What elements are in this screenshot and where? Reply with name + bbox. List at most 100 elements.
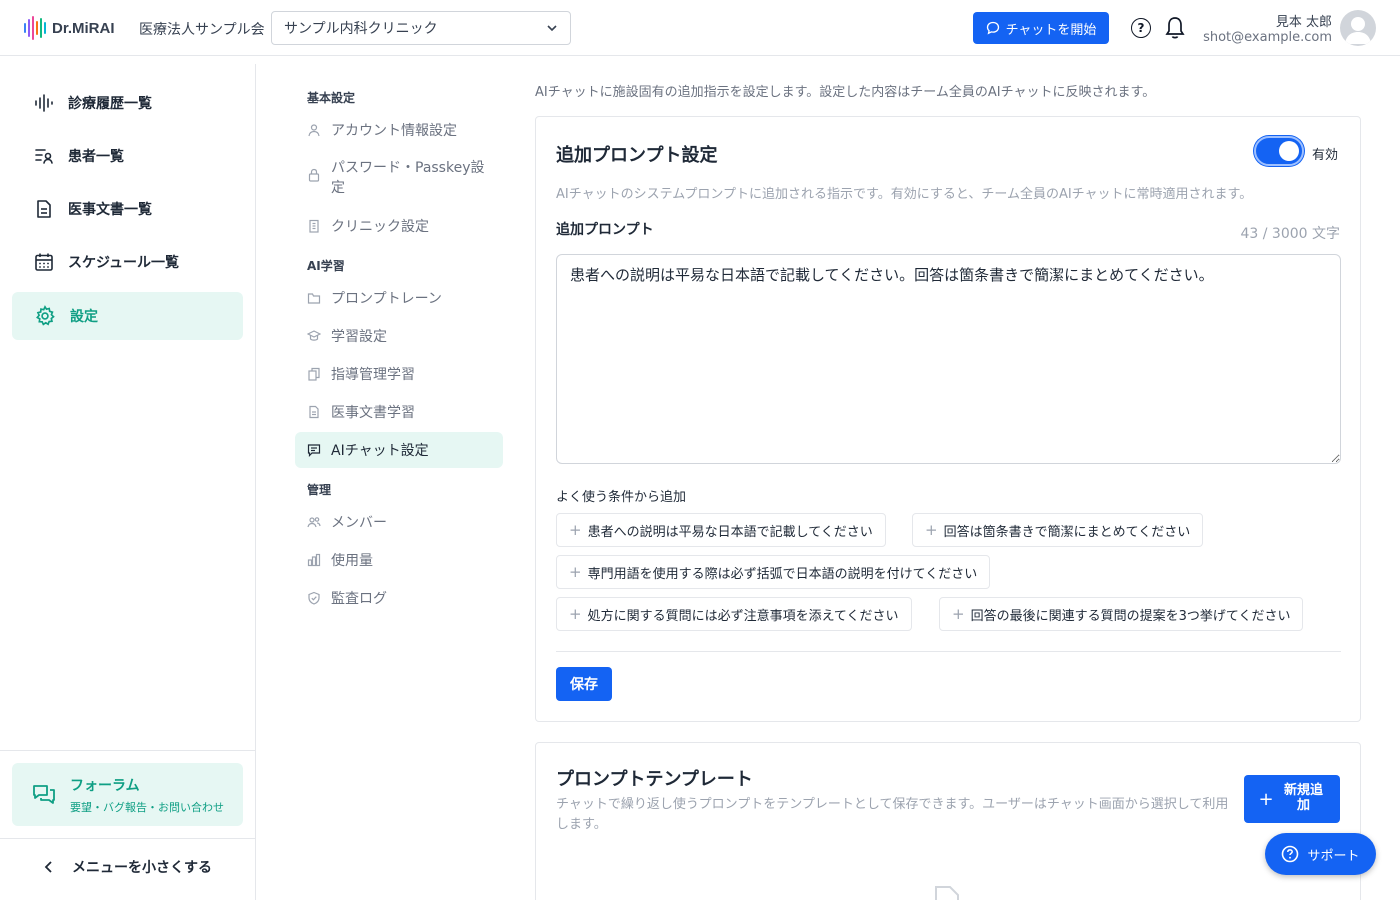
forum-subtitle: 要望・バグ報告・お問い合わせ xyxy=(70,800,224,814)
toggle-knob xyxy=(1279,141,1299,161)
field-label: 追加プロンプト xyxy=(556,222,654,238)
chat-bubble-icon xyxy=(986,21,999,35)
suggestion-chip[interactable]: + 回答は箇条書きで簡潔にまとめてください xyxy=(912,513,1204,547)
sidebar-item-settings[interactable]: 設定 xyxy=(12,292,243,340)
document-icon xyxy=(37,200,51,218)
sidebar-item-label: 診療履歴一覧 xyxy=(68,96,152,112)
subnav-item-label: AIチャット設定 xyxy=(331,443,429,459)
suggestion-chip[interactable]: + 専門用語を使用する際は必ず括弧で日本語の説明を付けてください xyxy=(556,555,991,589)
chip-label: 回答の最後に関連する質問の提案を3つ挙げてください xyxy=(970,608,1291,624)
subnav-item-medical-doc[interactable]: 医事文書学習 xyxy=(295,402,503,422)
subnav-item-label: クリニック設定 xyxy=(331,219,429,235)
enable-toggle[interactable] xyxy=(1254,136,1304,166)
card-title: 追加プロンプト設定 xyxy=(556,145,718,166)
help-circle-icon xyxy=(1282,845,1299,863)
clinic-select-value: サンプル内科クリニック xyxy=(284,21,438,37)
prompt-textarea[interactable] xyxy=(556,254,1341,464)
chip-label: 処方に関する質問には必ず注意事項を添えてください xyxy=(587,608,899,624)
chevron-down-icon xyxy=(547,25,557,32)
save-button[interactable]: 保存 xyxy=(556,667,612,701)
file-icon xyxy=(309,405,319,419)
sidebar-divider xyxy=(0,838,256,839)
add-template-button[interactable]: + 新規追加 xyxy=(1244,775,1340,823)
chips-label: よく使う条件から追加 xyxy=(556,490,687,505)
subnav-item-clinic[interactable]: クリニック設定 xyxy=(295,216,503,236)
sidebar-item-documents[interactable]: 医事文書一覧 xyxy=(12,185,243,233)
page-intro: AIチャットに施設固有の追加指示を設定します。設定した内容はチーム全員のAIチャ… xyxy=(535,85,1156,100)
plus-icon: + xyxy=(925,521,938,539)
card-description: チャットで繰り返し使うプロンプトをテンプレートとして保存できます。ユーザーはチャ… xyxy=(556,797,1229,832)
subnav-item-prompt-training[interactable]: プロンプトレーン xyxy=(295,288,503,308)
logo-text: Dr.MiRAI xyxy=(52,19,115,37)
support-button[interactable]: サポート xyxy=(1265,833,1376,875)
sidebar-item-label: 医事文書一覧 xyxy=(68,202,152,218)
calendar-icon xyxy=(35,253,53,271)
sidebar-divider xyxy=(0,750,256,751)
subnav-item-label: 医事文書学習 xyxy=(331,405,415,421)
subnav-item-label: 指導管理学習 xyxy=(331,367,415,383)
collapse-menu-button[interactable]: メニューを小さくする xyxy=(44,857,212,877)
subnav-item-account[interactable]: アカウント情報設定 xyxy=(295,120,503,140)
subnav-item-label: 学習設定 xyxy=(331,329,387,345)
shield-icon xyxy=(308,591,320,605)
subnav-section-admin: 管理 xyxy=(307,483,332,497)
users-icon xyxy=(307,517,321,528)
plus-icon: + xyxy=(569,521,582,539)
app-header: Dr.MiRAI 医療法人サンプル会 サンプル内科クリニック チャットを開始 ?… xyxy=(0,0,1400,56)
forum-link[interactable]: フォーラム 要望・バグ報告・お問い合わせ xyxy=(12,763,243,826)
subnav-item-guidance[interactable]: 指導管理学習 xyxy=(295,364,503,384)
app-logo[interactable]: Dr.MiRAI xyxy=(24,16,115,40)
sidebar-item-label: スケジュール一覧 xyxy=(68,255,180,271)
sidebar-item-label: 患者一覧 xyxy=(68,149,124,165)
user-icon xyxy=(308,124,320,137)
chip-label: 患者への説明は平易な日本語で記載してください xyxy=(587,524,873,540)
bell-icon[interactable] xyxy=(1165,16,1185,40)
suggestion-chip[interactable]: + 回答の最後に関連する質問の提案を3つ挙げてください xyxy=(939,597,1304,631)
bar-chart-icon xyxy=(307,553,321,567)
copy-docs-icon xyxy=(308,367,320,381)
subnav-item-members[interactable]: メンバー xyxy=(295,512,503,532)
suggestion-chip[interactable]: + 患者への説明は平易な日本語で記載してください xyxy=(556,513,886,547)
chip-label: 専門用語を使用する際は必ず括弧で日本語の説明を付けてください xyxy=(587,566,978,582)
plus-icon: + xyxy=(952,605,965,623)
user-silhouette-icon xyxy=(1345,17,1371,44)
avatar[interactable] xyxy=(1340,10,1376,46)
empty-document-icon xyxy=(935,886,959,900)
clinic-select[interactable]: サンプル内科クリニック xyxy=(271,11,571,45)
subnav-item-label: アカウント情報設定 xyxy=(331,123,457,139)
support-label: サポート xyxy=(1307,848,1360,864)
user-name: 見本 太郎 xyxy=(1275,15,1332,30)
subnav-item-ai-chat[interactable]: AIチャット設定 xyxy=(295,432,503,468)
graduation-cap-icon xyxy=(307,330,321,341)
subnav-section-ai: AI学習 xyxy=(307,259,345,273)
suggestion-chip[interactable]: + 処方に関する質問には必ず注意事項を添えてください xyxy=(556,597,912,631)
subnav-item-password[interactable]: パスワード・Passkey設定 xyxy=(295,158,503,198)
sidebar-item-patients[interactable]: 患者一覧 xyxy=(12,132,243,180)
chip-label: 回答は箇条書きで簡潔にまとめてください xyxy=(943,524,1191,540)
subnav-item-label: 監査ログ xyxy=(331,591,387,607)
gear-icon xyxy=(36,305,55,326)
subnav-item-label: 使用量 xyxy=(331,553,373,569)
sidebar-item-schedule[interactable]: スケジュール一覧 xyxy=(12,238,243,286)
plus-icon: + xyxy=(569,605,582,623)
subnav-item-learning[interactable]: 学習設定 xyxy=(295,326,503,346)
chevron-left-icon xyxy=(44,861,52,873)
chat-settings-icon xyxy=(307,444,321,457)
char-count: 43 / 3000 文字 xyxy=(1240,226,1340,242)
plus-icon: + xyxy=(569,563,582,581)
lock-icon xyxy=(308,168,320,182)
card-divider xyxy=(556,651,1341,652)
sidebar-item-label: 設定 xyxy=(70,309,98,325)
plus-icon: + xyxy=(1258,788,1274,810)
additional-prompt-card: 追加プロンプト設定 有効 AIチャットのシステムプロンプトに追加される指示です。… xyxy=(535,116,1361,722)
forum-chat-icon xyxy=(33,784,55,804)
subnav-item-usage[interactable]: 使用量 xyxy=(295,550,503,570)
help-icon[interactable]: ? xyxy=(1131,18,1151,38)
start-chat-button[interactable]: チャットを開始 xyxy=(973,12,1109,44)
folder-icon xyxy=(307,293,321,304)
sidebar-item-medical-history[interactable]: 診療履歴一覧 xyxy=(12,79,243,127)
collapse-menu-label: メニューを小さくする xyxy=(72,860,212,876)
waveform-icon xyxy=(35,94,53,112)
toggle-label: 有効 xyxy=(1312,148,1339,163)
subnav-item-audit[interactable]: 監査ログ xyxy=(295,588,503,608)
